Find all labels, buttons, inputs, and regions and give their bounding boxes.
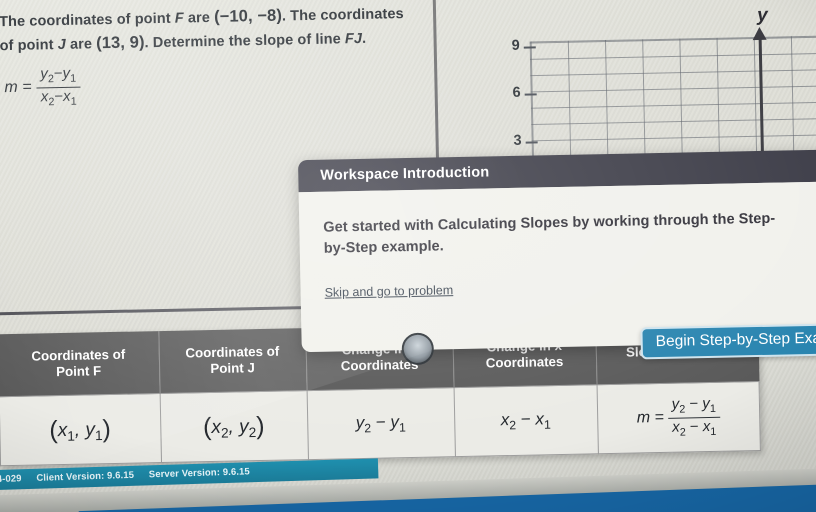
skip-and-go-to-problem-link[interactable]: Skip and go to problem [324,283,453,300]
point-f-coordinates: (−10, −8) [213,6,283,26]
modal-message: Get started with Calculating Slopes by w… [323,210,776,257]
problem-sentence-3a: slope of line [254,30,346,49]
th-line-2: Coordinates [485,353,564,371]
status-problem-id: oblem: eld4-029 [0,473,22,486]
screenshot-root: The coordinates of point F are (−10, −8)… [0,0,816,512]
problem-sentence-1c: . The [281,7,317,25]
y-tick-label-3: 3 [513,132,522,149]
line-fj-label: FJ [344,30,363,47]
problem-sentence-3b: . [361,30,367,47]
cell-change-in-y[interactable]: y2 − y1 [306,387,455,460]
change-in-x-expression: x2 − x1 [500,409,551,433]
begin-step-by-step-example-button[interactable]: Begin Step-by-Step Example [640,322,816,360]
problem-sentence-1b: are [183,9,215,27]
slope-formula-expression: m = y2 − y1 x2 − x1 [636,395,721,439]
formula-denominator: x2−x1 [36,86,81,109]
status-client-version: Client Version: 9.6.15 [36,469,135,484]
den-x1-sub: 1 [70,95,77,108]
y-tick-dash-3 [525,141,538,144]
den-x1: x [62,87,71,105]
point-f-label: F [174,10,184,27]
slope-fraction: y2 − y1 x2 − x1 [667,395,721,439]
num-y1-sub: 1 [70,72,77,85]
num-y2: y [40,65,48,83]
point-j-ordered-pair: (x2, y2) [202,411,265,441]
change-in-y-expression: y2 − y1 [355,412,407,436]
y-tick-dash-6 [524,93,537,96]
num-y1: y [62,64,71,83]
slope-lead: m = [636,408,665,427]
problem-sentence-1a: The coordinates of point [0,10,175,31]
y-tick-label-9: 9 [511,37,520,54]
slope-denominator: x2 − x1 [667,416,721,439]
modal-body: Get started with Calculating Slopes by w… [298,181,816,360]
slope-formula: m = y2−y1 x2−x1 [4,59,421,109]
point-j-coordinates: (13, 9) [95,32,145,52]
problem-sentence-2b: are [65,35,97,53]
y-axis-label: y [756,4,768,26]
problem-sentence-2c: . Determine the [144,32,251,51]
workspace-introduction-modal[interactable]: Workspace Introduction Get started with … [297,149,816,366]
y-tick-label-6: 6 [512,84,521,101]
slope-numerator: y2 − y1 [671,395,717,416]
cell-point-j-pair[interactable]: (x2, y2) [159,390,308,463]
problem-text: The coordinates of point F are (−10, −8)… [0,2,420,58]
table-row: (x1, y1) (x2, y2) y2 − y1 x2 − x1 m = y2… [0,381,761,466]
th-line-2: Point F [55,363,102,380]
tilted-screen-content: The coordinates of point F are (−10, −8)… [0,0,816,512]
formula-fraction: y2−y1 x2−x1 [36,64,81,109]
table-header-coordinates-point-f: Coordinates of Point F [0,331,160,397]
y-tick-dash-9 [523,46,536,49]
formula-numerator: y2−y1 [36,64,80,87]
status-server-version: Server Version: 9.6.15 [148,466,250,481]
table-body: (x1, y1) (x2, y2) y2 − y1 x2 − x1 m = y2… [0,381,761,466]
table-header-coordinates-point-j: Coordinates of Point J [158,328,307,394]
y-axis-arrow-icon [752,26,767,41]
cell-slope-formula[interactable]: m = y2 − y1 x2 − x1 [596,381,761,454]
formula-lead: m = [4,78,32,97]
th-line-2: Point J [210,360,255,377]
den-x2: x [40,87,49,105]
problem-statement-panel: The coordinates of point F are (−10, −8)… [0,2,421,109]
cell-change-in-x[interactable]: x2 − x1 [453,384,598,457]
cell-point-f-pair[interactable]: (x1, y1) [0,393,162,466]
point-f-ordered-pair: (x1, y1) [49,414,112,444]
